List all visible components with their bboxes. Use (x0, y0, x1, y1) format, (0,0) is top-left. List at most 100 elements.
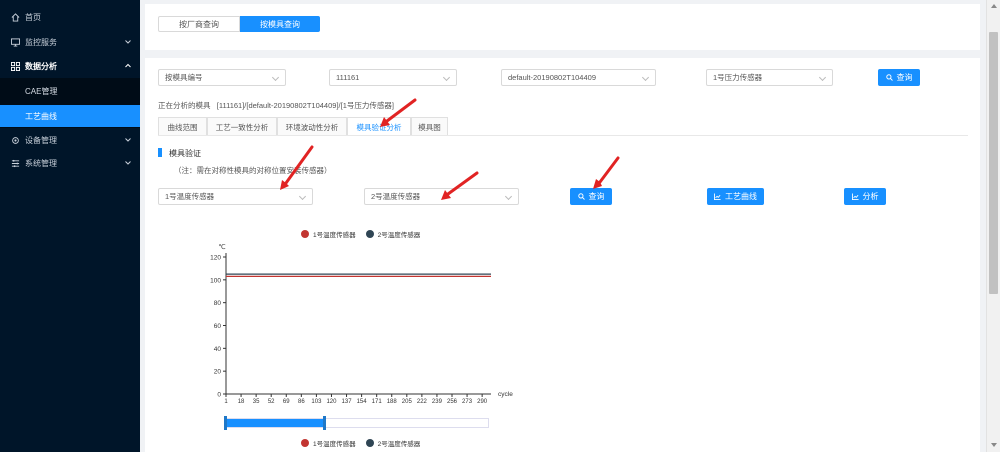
chevron-down-icon (124, 159, 132, 167)
legend-marker-series2 (365, 439, 374, 447)
page-scrollbar[interactable] (986, 0, 1000, 452)
sidebar-subitem-label: CAE管理 (25, 86, 58, 96)
x-tick-label: 103 (311, 399, 322, 405)
x-tick-label: 1 (224, 399, 228, 405)
chart-zoom-slider[interactable] (226, 418, 489, 428)
x-tick-label: 137 (342, 399, 353, 405)
search-icon (885, 74, 893, 81)
chevron-down-icon (442, 73, 451, 82)
sidebar-item-monitor[interactable]: 监控服务 (0, 30, 140, 54)
zoom-handle-left[interactable] (224, 416, 227, 430)
section-title: 模具验证 (169, 149, 201, 158)
chevron-down-icon (124, 38, 132, 46)
y-tick-label: 100 (210, 277, 221, 284)
sidebar-item-label: 设备管理 (25, 135, 57, 145)
select-value: 111161 (336, 73, 360, 82)
sidebar-item-home[interactable]: 首页 (0, 5, 140, 29)
chevron-down-icon (298, 192, 307, 201)
x-tick-label: 239 (432, 399, 443, 405)
tab-consistency[interactable]: 工艺一致性分析 (207, 117, 277, 136)
chart-legend-bottom: 1号温度传感器 2号温度传感器 (301, 438, 420, 448)
query-type-select[interactable]: 按模具编号 (158, 69, 286, 86)
process-curve-button[interactable]: 工艺曲线 (707, 188, 764, 205)
x-tick-label: 171 (372, 399, 383, 405)
select-value: 1号温度传感器 (165, 192, 215, 201)
legend-label-series2: 2号温度传感器 (377, 441, 421, 448)
x-tick-label: 86 (298, 399, 305, 405)
x-tick-label: 18 (238, 399, 245, 405)
chart-zoom-range[interactable] (227, 419, 325, 427)
sidebar-subitem-label: 工艺曲线 (25, 111, 57, 121)
sidebar-item-system[interactable]: 系统管理 (0, 151, 140, 175)
x-axis-label: cycle (498, 391, 513, 398)
sidebar-item-label: 数据分析 (25, 61, 57, 71)
temperature-chart: 0 20 40 60 80 100 120 ℃ 1 18 35 52 69 86 103 120 137 154 1… (210, 243, 513, 405)
chevron-down-icon (124, 136, 132, 144)
zoom-handle-right[interactable] (323, 416, 326, 430)
analysis-value: [111161]/[default-20190802T104409]/[1号压力… (216, 101, 394, 110)
monitor-icon (11, 37, 20, 47)
sidebar-subitem-process-curve[interactable]: 工艺曲线 (0, 105, 140, 127)
legend-label-series1: 1号温度传感器 (313, 441, 356, 448)
select-value: default-20190802T104409 (508, 73, 596, 82)
y-axis-label: ℃ (218, 243, 225, 251)
sidebar-item-label: 监控服务 (25, 37, 57, 47)
grid-icon (11, 61, 20, 71)
sidebar-item-device[interactable]: 设备管理 (0, 128, 140, 152)
sidebar-submenu: CAE管理 工艺曲线 (0, 78, 140, 128)
scroll-down-icon[interactable] (991, 443, 997, 447)
x-tick-label: 35 (253, 399, 260, 405)
search-icon (577, 193, 585, 200)
tab-mold-drawing[interactable]: 模具图 (411, 117, 448, 136)
sidebar-subitem-cae[interactable]: CAE管理 (0, 80, 140, 102)
home-icon (11, 12, 20, 22)
query-button-label: 查询 (896, 73, 913, 82)
chevron-down-icon (641, 73, 650, 82)
y-tick-label: 60 (214, 323, 222, 330)
section-marker (158, 148, 162, 157)
tab-by-vendor[interactable]: 按厂商查询 (158, 16, 240, 32)
process-curve-label: 工艺曲线 (725, 192, 757, 201)
verify-query-button[interactable]: 查询 (570, 188, 612, 205)
verify-query-label: 查询 (588, 192, 605, 201)
analyze-button[interactable]: 分析 (844, 188, 886, 205)
section-note: （注：需在对称性模具的对称位置安装传感器） (174, 166, 332, 175)
scroll-up-icon[interactable] (991, 4, 997, 8)
query-button[interactable]: 查询 (878, 69, 920, 86)
sidebar-item-label: 系统管理 (25, 158, 57, 168)
line-chart-icon (851, 193, 859, 200)
x-tick-label: 290 (477, 399, 488, 405)
x-tick-label: 52 (268, 399, 275, 405)
sensor-select[interactable]: 1号压力传感器 (706, 69, 833, 86)
mold-number-select[interactable]: 111161 (329, 69, 457, 86)
verify-sensor1-select[interactable]: 1号温度传感器 (158, 188, 313, 205)
x-tick-label: 256 (447, 399, 458, 405)
y-tick-label: 40 (214, 346, 222, 353)
x-tick-label: 69 (283, 399, 290, 405)
query-mode-panel: 按厂商查询 按模具查询 (145, 4, 980, 50)
analyze-label: 分析 (862, 192, 879, 201)
tab-mold-verify[interactable]: 模具验证分析 (347, 117, 411, 136)
line-chart-icon (714, 193, 721, 200)
select-value: 2号温度传感器 (371, 192, 421, 201)
chevron-down-icon (818, 73, 827, 82)
tab-by-mold[interactable]: 按模具查询 (240, 16, 320, 32)
sidebar: 首页 监控服务 数据分析 CAE管理 工艺曲线 设备管理 系统管理 (0, 0, 140, 452)
version-select[interactable]: default-20190802T104409 (501, 69, 656, 86)
analysis-label: 正在分析的模具 (158, 101, 211, 110)
verify-sensor2-select[interactable]: 2号温度传感器 (364, 188, 519, 205)
tabs-divider (158, 135, 968, 136)
tab-environment[interactable]: 环境波动性分析 (277, 117, 347, 136)
scroll-thumb[interactable] (989, 32, 998, 294)
x-tick-label: 154 (357, 399, 368, 405)
x-tick-label: 205 (402, 399, 413, 405)
x-tick-label: 120 (326, 399, 337, 405)
sidebar-item-data-analysis[interactable]: 数据分析 (0, 54, 140, 78)
gear-icon (11, 136, 20, 145)
x-tick-label: 222 (417, 399, 428, 405)
y-tick-label: 80 (214, 300, 222, 307)
x-tick-label: 188 (387, 399, 398, 405)
chevron-up-icon (124, 62, 132, 70)
tab-curve-range[interactable]: 曲线范围 (158, 117, 207, 136)
y-tick-label: 120 (210, 255, 221, 262)
